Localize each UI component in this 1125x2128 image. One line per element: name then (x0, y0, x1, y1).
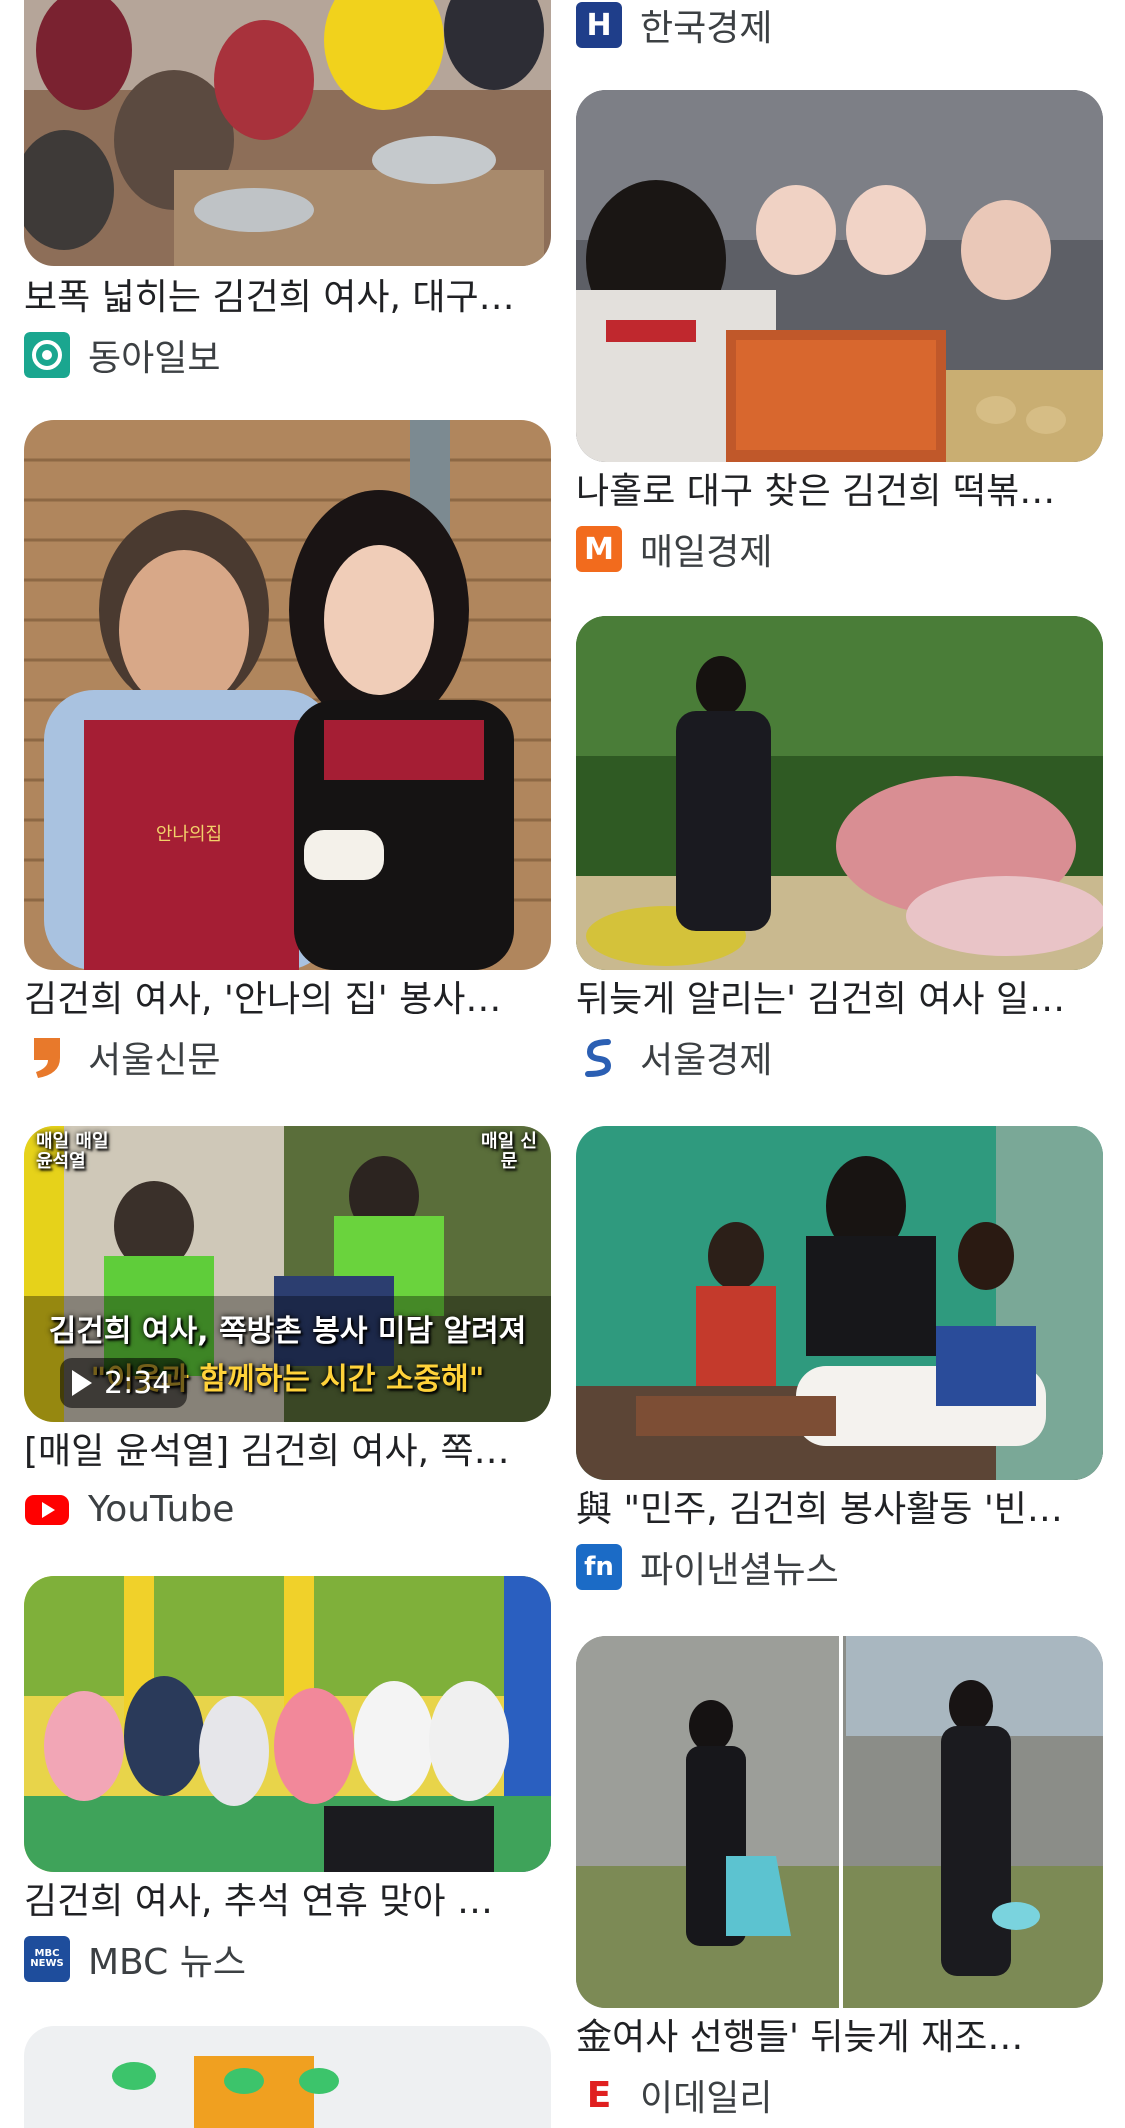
source-name: 동아일보 (88, 338, 221, 379)
video-thumbnail[interactable]: 매일 매일 윤석열 매일 신문 김건희 여사, 쪽방촌 봉사 미담 알려져 "이… (24, 1126, 551, 1422)
video-overlay-label: 매일 매일 윤석열 (36, 1131, 109, 1172)
apron-text: 안나의집 (156, 824, 222, 845)
news-source: fn 파이낸셜뉴스 (576, 1542, 839, 1592)
news-thumbnail[interactable] (24, 2026, 551, 2128)
news-source: 서울경제 (576, 1032, 772, 1082)
video-title[interactable]: [매일 윤석열] 김건희 여사, 쪽… (24, 1430, 551, 1474)
source-name: 한국경제 (640, 8, 773, 49)
source-name: 서울경제 (640, 1040, 773, 1081)
source-name: 매일경제 (640, 532, 773, 573)
video-source: YouTube (24, 1484, 234, 1534)
news-thumbnail[interactable] (576, 1126, 1103, 1480)
news-thumbnail[interactable] (576, 1636, 1103, 2008)
news-source: M 매일경제 (576, 524, 772, 574)
source-name: 파이낸셜뉴스 (640, 1550, 839, 1591)
news-title[interactable]: 뒤늦게 알리는' 김건희 여사 일… (576, 978, 1103, 1022)
news-title[interactable]: 與 "민주, 김건희 봉사활동 '빈… (576, 1488, 1103, 1532)
seoul-shinmun-logo-icon (24, 1034, 70, 1080)
video-overlay-headline: 김건희 여사, 쪽방촌 봉사 미담 알려져 (48, 1314, 527, 1349)
news-thumbnail[interactable] (576, 616, 1103, 970)
hankyung-logo-icon: H (576, 2, 622, 48)
news-thumbnail[interactable]: 안나의집 (24, 420, 551, 970)
news-title[interactable]: 나홀로 대구 찾은 김건희 떡볶… (576, 470, 1103, 514)
source-name: MBC 뉴스 (88, 1942, 246, 1983)
news-source: MBC NEWS MBC 뉴스 (24, 1934, 246, 1984)
sedaily-logo-icon (576, 1034, 622, 1080)
edaily-logo-icon: E (586, 2074, 612, 2116)
news-thumbnail[interactable] (576, 90, 1103, 462)
youtube-logo-icon (24, 1486, 70, 1532)
news-thumbnail[interactable] (24, 0, 551, 266)
video-duration: 2:34 (104, 1365, 172, 1401)
news-source: 동아일보 (24, 330, 220, 380)
news-title[interactable]: 김건희 여사, '안나의 집' 봉사… (24, 978, 551, 1022)
mbc-news-logo-icon: MBC NEWS (24, 1936, 70, 1982)
play-icon (72, 1370, 92, 1396)
source-name: 서울신문 (88, 1040, 221, 1081)
news-title[interactable]: 보폭 넓히는 김건희 여사, 대구… (24, 276, 551, 320)
news-title[interactable]: 김건희 여사, 추석 연휴 맞아 … (24, 1880, 551, 1924)
news-title[interactable]: 金여사 선행들' 뒤늦게 재조… (576, 2016, 1103, 2060)
mk-logo-icon: M (576, 526, 622, 572)
source-name: YouTube (88, 1488, 235, 1530)
news-source: 서울신문 (24, 1032, 220, 1082)
source-name: 이데일리 (640, 2078, 773, 2119)
news-source: H 한국경제 (576, 0, 772, 50)
donga-logo-icon (24, 332, 70, 378)
fnnews-logo-icon: fn (576, 1544, 622, 1590)
video-duration-badge: 2:34 (60, 1358, 188, 1408)
news-source: E 이데일리 (576, 2070, 773, 2120)
video-overlay-brand: 매일 신문 (481, 1131, 537, 1172)
news-thumbnail[interactable] (24, 1576, 551, 1872)
